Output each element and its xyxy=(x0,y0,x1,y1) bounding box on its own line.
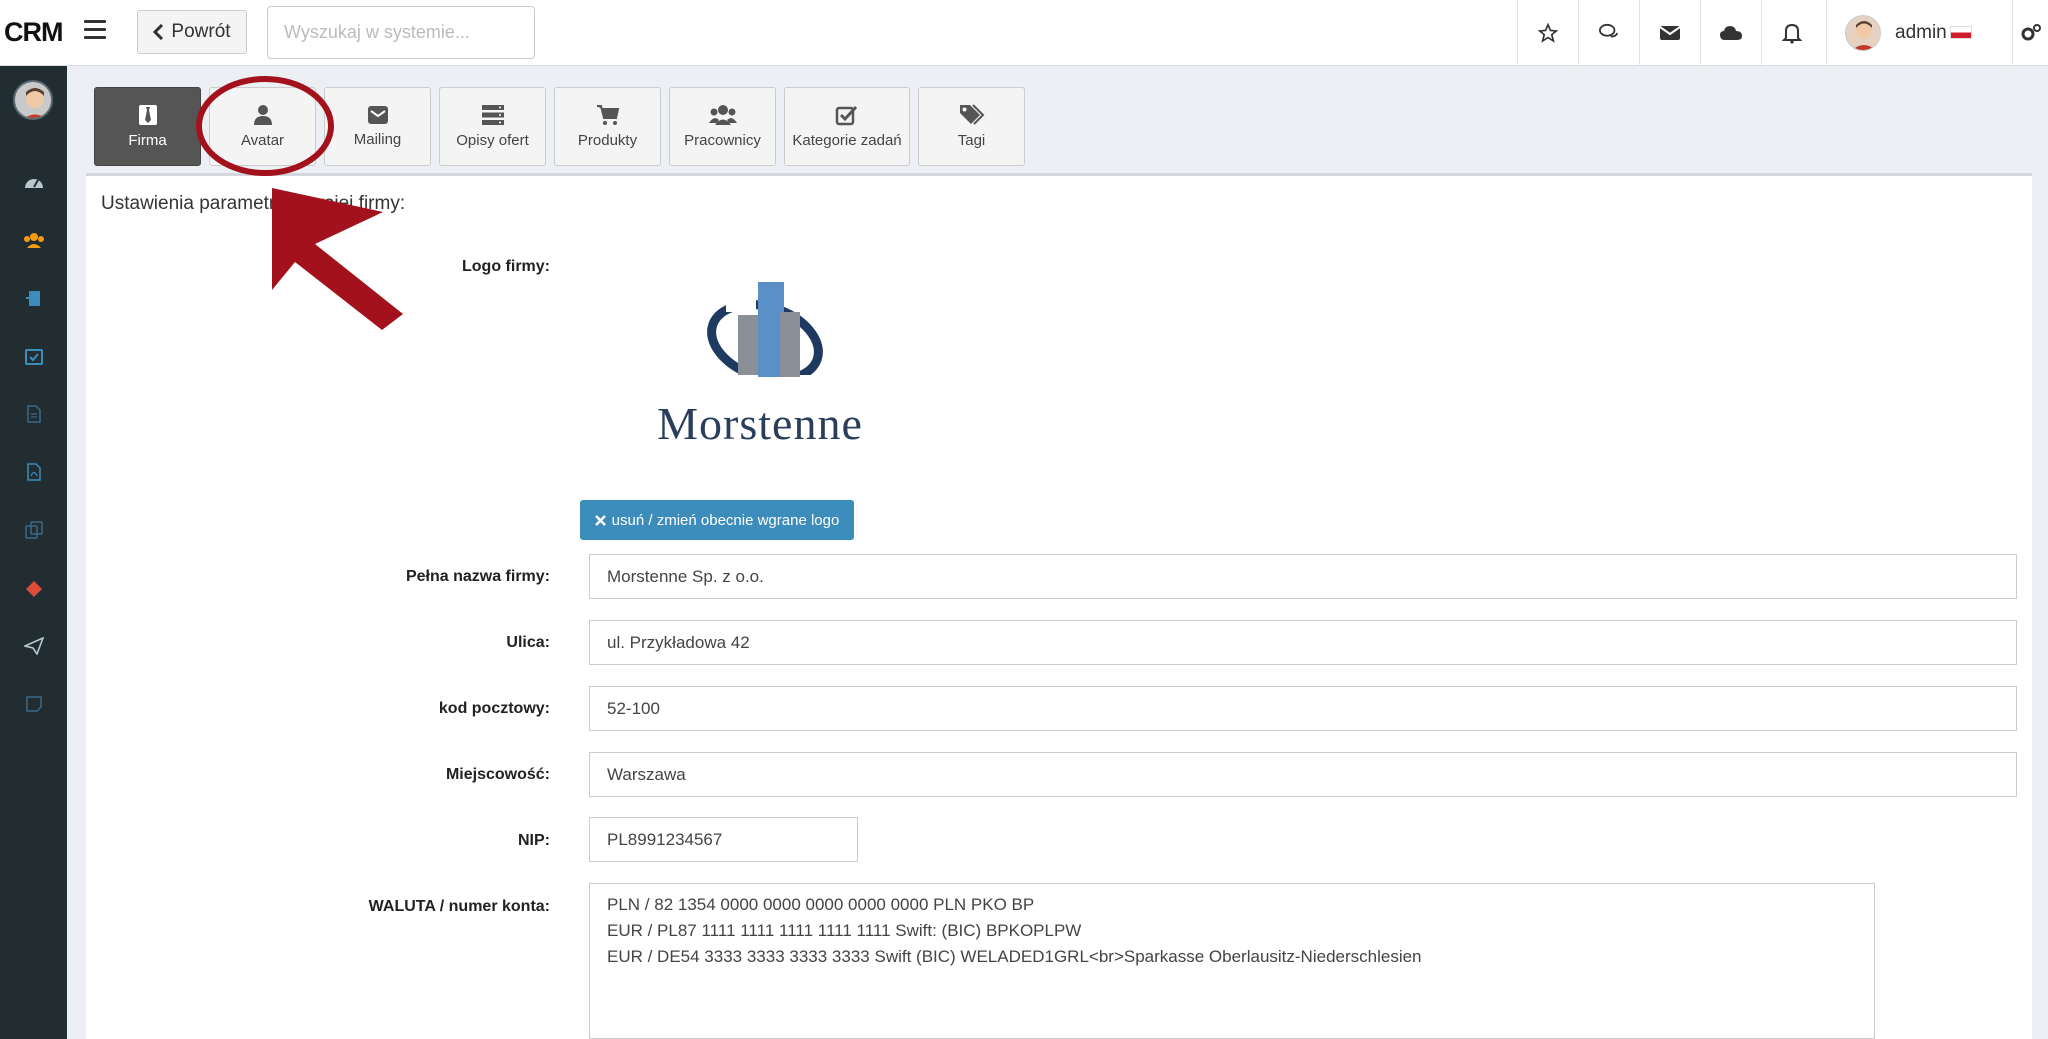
hamburger-menu-icon[interactable] xyxy=(84,20,106,44)
nip-label: NIP: xyxy=(518,832,550,849)
city-label: Miejscowość: xyxy=(445,766,550,783)
city-field[interactable]: Warszawa xyxy=(589,752,2017,797)
tab-label: Kategorie zadań xyxy=(792,132,902,149)
bell-icon xyxy=(1782,23,1802,44)
messages-button[interactable] xyxy=(1639,0,1700,66)
envelope-icon xyxy=(1659,26,1681,40)
clipboard-icon xyxy=(25,291,40,306)
tab-pracownicy[interactable]: Pracownicy xyxy=(669,87,776,166)
sidebar-item-documents[interactable] xyxy=(0,394,67,434)
copy-icon xyxy=(24,521,43,539)
left-sidebar xyxy=(0,66,67,1039)
file-pdf-icon xyxy=(26,463,41,481)
file-icon xyxy=(26,405,41,423)
sidebar-item-calendar[interactable] xyxy=(0,336,67,376)
street-label: Ulica: xyxy=(506,634,550,651)
sidebar-item-notes[interactable] xyxy=(0,684,67,724)
star-icon xyxy=(1538,23,1558,43)
sidebar-avatar[interactable] xyxy=(13,80,53,120)
favorites-button[interactable] xyxy=(1517,0,1578,66)
currency-line: EUR / PL87 1111 1111 1111 1111 1111 Swif… xyxy=(607,921,1082,940)
sidebar-item-send[interactable] xyxy=(0,626,67,666)
sidebar-item-dashboard[interactable] xyxy=(0,162,67,202)
logo-text: Morstenne xyxy=(657,398,863,449)
search-input[interactable] xyxy=(267,6,535,59)
postal-code-label: kod pocztowy: xyxy=(438,700,550,717)
company-logo: Morstenne xyxy=(630,270,920,450)
tab-label: Pracownicy xyxy=(684,132,761,149)
tab-label: Avatar xyxy=(240,132,285,149)
comments-icon xyxy=(1598,23,1619,38)
tie-icon xyxy=(138,105,157,125)
sidebar-item-pdf[interactable] xyxy=(0,452,67,492)
sticky-note-icon xyxy=(25,696,42,712)
brand-logo[interactable]: CRM xyxy=(4,17,63,48)
currency-account-textarea[interactable]: PLN / 82 1354 0000 0000 0000 0000 0000 P… xyxy=(589,883,1875,1039)
street-field[interactable]: ul. Przykładowa 42 xyxy=(589,620,2017,665)
chevron-left-icon xyxy=(153,24,164,40)
change-logo-label: usuń / zmień obecnie wgrane logo xyxy=(611,511,840,529)
chat-button[interactable] xyxy=(1578,0,1639,66)
tab-label: Tagi xyxy=(957,132,986,149)
check-square-icon xyxy=(835,105,858,126)
sidebar-item-tickets[interactable] xyxy=(0,568,67,608)
cloud-button[interactable] xyxy=(1700,0,1761,66)
paper-plane-icon xyxy=(23,637,44,655)
settings-tabs: Firma Avatar Mailing Opisy ofert Produkt… xyxy=(94,87,1025,166)
currency-account-label: WALUTA / numer konta: xyxy=(368,898,550,915)
tab-label: Mailing xyxy=(353,131,402,148)
sidebar-item-tasks[interactable] xyxy=(0,278,67,318)
tab-label: Firma xyxy=(128,132,167,149)
close-icon xyxy=(594,514,606,526)
dashboard-icon xyxy=(24,179,43,188)
tab-firma[interactable]: Firma xyxy=(94,87,201,166)
tab-opisy-ofert[interactable]: Opisy ofert xyxy=(439,87,546,166)
postal-code-field[interactable]: 52-100 xyxy=(589,686,2017,731)
calendar-check-icon xyxy=(24,349,43,365)
user-avatar xyxy=(1845,15,1881,51)
back-button-label: Powrót xyxy=(171,21,231,42)
user-name: admin xyxy=(1895,22,1947,43)
logo-label: Logo firmy: xyxy=(462,258,550,275)
ticket-icon xyxy=(25,581,42,597)
tab-label: Opisy ofert xyxy=(456,132,529,149)
user-menu[interactable]: admin xyxy=(1826,0,2012,66)
top-icon-group xyxy=(1517,0,1822,66)
cloud-icon xyxy=(1720,26,1742,40)
users-icon xyxy=(23,233,44,248)
sidebar-item-clients[interactable] xyxy=(0,220,67,260)
full-name-label: Pełna nazwa firmy: xyxy=(405,568,550,585)
envelope-icon xyxy=(367,106,388,124)
server-icon xyxy=(481,105,504,125)
currency-line: PLN / 82 1354 0000 0000 0000 0000 0000 P… xyxy=(607,895,1035,914)
back-button[interactable]: Powrót xyxy=(137,10,247,54)
tab-produkty[interactable]: Produkty xyxy=(554,87,661,166)
nip-field[interactable]: PL8991234567 xyxy=(589,817,858,862)
full-name-field[interactable]: Morstenne Sp. z o.o. xyxy=(589,554,2017,599)
change-logo-button[interactable]: usuń / zmień obecnie wgrane logo xyxy=(580,500,854,540)
tab-label: Produkty xyxy=(577,132,638,149)
settings-button[interactable] xyxy=(2012,0,2048,66)
poland-flag-icon xyxy=(1949,26,1972,40)
currency-line: EUR / DE54 3333 3333 3333 3333 Swift (BI… xyxy=(607,947,1422,966)
user-icon xyxy=(253,105,272,125)
sidebar-item-copies[interactable] xyxy=(0,510,67,550)
notifications-button[interactable] xyxy=(1761,0,1822,66)
tags-icon xyxy=(959,104,984,125)
tab-kategorie-zadan[interactable]: Kategorie zadań xyxy=(784,87,910,166)
gears-icon xyxy=(2021,24,2041,41)
cart-icon xyxy=(596,105,619,125)
tab-mailing[interactable]: Mailing xyxy=(324,87,431,166)
users-icon xyxy=(708,105,737,125)
top-navbar: CRM Powrót admin xyxy=(0,0,2048,66)
tab-avatar[interactable]: Avatar xyxy=(209,87,316,166)
section-title: Ustawienia parametrów twojej firmy: xyxy=(101,193,406,214)
tab-tagi[interactable]: Tagi xyxy=(918,87,1025,166)
